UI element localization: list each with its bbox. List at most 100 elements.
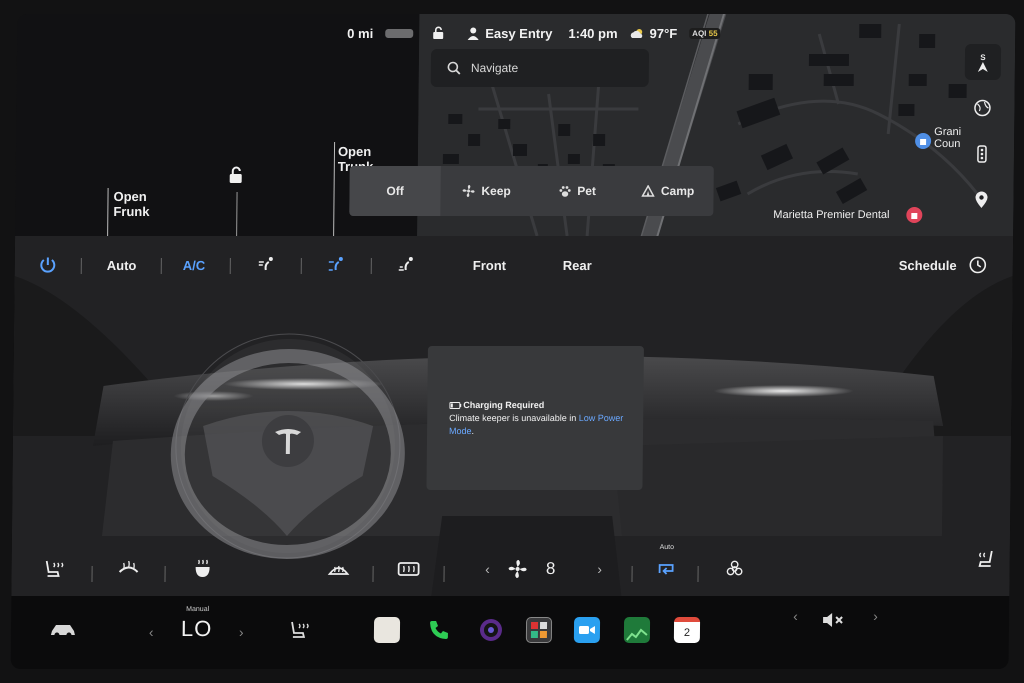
message-title: Charging Required [463,400,545,410]
energy-graph-icon [623,617,651,643]
wheel-heat-button[interactable] [111,552,145,586]
airflow-face-feet-button[interactable] [327,250,345,280]
dock-app-energy[interactable] [623,610,651,650]
profile-name: Easy Entry [485,25,553,41]
rear-defrost-icon [397,562,420,576]
frunk-indicator-line [107,188,109,236]
dock-app-toybox[interactable] [373,610,401,650]
search-icon [447,61,461,75]
rear-zone-button[interactable]: Rear [563,250,592,280]
pin-button[interactable] [963,182,999,218]
bioweapon-mode-button[interactable] [717,552,751,586]
wiper-defrost-button[interactable] [185,552,219,586]
message-end: . [471,426,475,436]
recirculation-button[interactable]: Auto [649,544,683,586]
app-launcher-icon [525,617,553,643]
keeper-option-off[interactable]: Off [349,166,441,216]
keeper-pet-label: Pet [577,184,596,198]
clock-icon [969,256,986,274]
fan-increase-chevron-icon[interactable]: › [597,561,602,577]
climate-power-button[interactable] [39,250,57,280]
dock-app-calendar[interactable]: 2 [673,610,701,650]
fan-decrease-chevron-icon[interactable]: ‹ [485,561,490,577]
auto-button[interactable]: Auto [107,250,137,280]
driver-seat-heat-button[interactable] [37,552,71,586]
cloud-sun-icon [631,28,643,38]
cup-heat-icon [195,559,210,577]
aqi-badge: AQI 55 [689,27,721,39]
front-defrost-button[interactable] [321,552,355,586]
dock-app-camera[interactable] [477,610,505,650]
poi-dental-label[interactable]: Marietta Premier Dental [773,209,889,221]
volume-muted-icon [823,613,843,627]
recirculation-icon [658,564,674,575]
volume-mute-button[interactable] [817,600,851,640]
front-defrost-zone-button[interactable]: Front [473,250,507,280]
airflow-face-icon [258,257,273,271]
ac-label: A/C [182,257,206,273]
tent-icon [641,185,655,197]
toybox-icon [373,617,401,643]
keeper-camp-label: Camp [660,184,695,198]
ac-button[interactable]: A/C [183,250,206,280]
navigate-search-box[interactable]: Navigate [430,49,650,87]
poi-dental-marker-icon[interactable] [905,206,923,224]
aqi-value: 55 [708,28,718,38]
fan-icon [462,185,475,197]
traffic-button[interactable] [964,136,1000,172]
airflow-feet-button[interactable] [397,250,415,280]
fan-speed-value: 8 [545,559,556,578]
keeper-keep-label: Keep [481,184,511,198]
dock-app-launcher[interactable] [523,610,555,650]
volume-increase-chevron-icon[interactable]: › [873,608,878,624]
front-label: Front [472,257,507,273]
front-defrost-icon [327,565,350,575]
cabin-temperature[interactable]: LO [181,616,213,642]
dock-app-phone[interactable] [425,610,453,650]
schedule-button[interactable]: Schedule [899,250,987,280]
battery-indicator[interactable] [385,28,414,38]
profile-button[interactable]: Easy Entry [467,25,553,41]
separator [164,566,166,582]
separator [229,258,231,274]
dock-seat-heat-button[interactable] [285,610,315,650]
unlock-icon[interactable] [227,166,245,184]
open-frunk-button[interactable]: Open Frunk [113,189,149,219]
compass-button[interactable]: S [964,44,1002,80]
clock: 1:40 pm [568,25,618,41]
navigate-placeholder: Navigate [470,61,519,75]
battery-low-icon [449,402,462,409]
keeper-option-pet[interactable]: Pet [531,166,623,216]
map-side-controls: S [963,44,1002,218]
keeper-option-camp[interactable]: Camp [622,166,714,216]
steering-wheel-heat-icon [118,561,139,573]
poi-county-label[interactable]: Grani Coun [934,126,961,150]
dock-app-video[interactable] [573,610,601,650]
rear-defrost-button[interactable] [391,552,425,586]
aqi-label: AQI [692,28,707,38]
message-body: Climate keeper is unavailable in [449,413,579,423]
volume-decrease-chevron-icon[interactable]: ‹ [793,608,798,624]
temp-decrease-chevron-icon[interactable]: ‹ [149,624,154,640]
climate-panel: Auto A/C Front Rear Schedule Charging Re… [11,236,1014,596]
poi-county-marker-icon[interactable] [914,132,932,150]
lock-indicator-line [236,192,238,236]
auto-label: Auto [106,257,137,273]
airflow-face-button[interactable] [257,250,275,280]
trunk-indicator-line [333,142,336,236]
keeper-off-label: Off [386,184,404,198]
unlock-status-icon[interactable] [431,26,445,40]
keeper-option-keep[interactable]: Keep [440,166,532,216]
temp-increase-chevron-icon[interactable]: › [239,624,244,640]
separator [91,566,93,582]
airflow-feet-icon [398,257,413,271]
climate-control-row: Auto A/C Front Rear Schedule [15,250,1013,280]
climate-keeper-selector: Off Keep Pet Camp [349,166,714,216]
airflow-face-feet-icon [328,257,343,271]
globe-button[interactable] [964,90,1000,126]
seat-heater-icon [978,550,993,567]
fan-speed-control: ‹ 8 › [463,552,623,586]
passenger-seat-heat-button[interactable] [968,542,1002,576]
center-screen-message: Charging Required Climate keeper is unav… [426,346,644,490]
car-button[interactable] [45,610,81,650]
